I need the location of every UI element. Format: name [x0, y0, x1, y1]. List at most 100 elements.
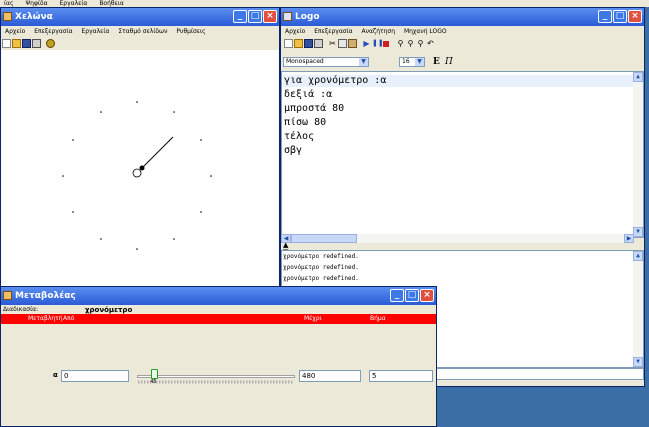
from-value: 0: [64, 372, 69, 380]
menu-file[interactable]: Αρχείο: [5, 28, 25, 35]
find-next-icon[interactable]: ⚲: [406, 39, 415, 48]
variable-name: α: [53, 371, 58, 379]
replace-icon[interactable]: ⚲: [416, 39, 425, 48]
turtle-icon[interactable]: [46, 39, 55, 48]
undo-icon[interactable]: ↶: [426, 39, 435, 48]
logo-app-icon: [283, 12, 292, 21]
menu-file[interactable]: Αρχείο: [285, 28, 305, 35]
close-button[interactable]: ×: [263, 10, 277, 23]
stop-icon[interactable]: [383, 41, 389, 47]
output-line: χρονόμετρο redefined.: [283, 253, 359, 260]
save-icon[interactable]: [304, 39, 313, 48]
logo-window-title: Logo: [295, 12, 320, 22]
font-size-value: 16: [402, 58, 410, 65]
column-variable: Μεταβλητή: [28, 315, 63, 322]
turtle-canvas[interactable]: [1, 50, 279, 296]
cut-icon[interactable]: ✂: [328, 39, 337, 48]
close-button[interactable]: ×: [628, 10, 642, 23]
top-menu-item[interactable]: Ψηφίδα: [25, 0, 47, 7]
editor-horizontal-scrollbar[interactable]: ◀ ▶: [281, 234, 634, 243]
step-field[interactable]: 5: [369, 370, 433, 382]
scroll-down-icon[interactable]: ▼: [633, 357, 643, 367]
save-icon[interactable]: [22, 39, 31, 48]
logo-titlebar[interactable]: Logo _ □ ×: [281, 8, 644, 26]
slider-thumb[interactable]: [151, 369, 159, 379]
value-slider[interactable]: [137, 369, 295, 384]
menu-logo-engine[interactable]: Μηχανή LOGO: [404, 28, 447, 35]
output-vertical-scrollbar[interactable]: ▲ ▼: [633, 251, 643, 367]
font-family-select[interactable]: Monospaced ▼: [283, 57, 369, 67]
scroll-right-icon[interactable]: ▶: [624, 234, 634, 243]
slider-value-label: 45: [150, 379, 157, 385]
turtle-window-title: Χελώνα: [15, 12, 53, 22]
menu-edit[interactable]: Επεξεργασία: [314, 28, 352, 35]
turtle-toolbar: [1, 38, 279, 50]
hand-pivot: [139, 165, 145, 171]
menu-search[interactable]: Αναζήτηση: [362, 28, 396, 35]
output-line: χρονόμετρο redefined.: [283, 275, 359, 282]
turtle-icon: [132, 168, 142, 178]
column-to: Μέχρι: [304, 315, 322, 322]
turtle-app-icon: [3, 12, 12, 21]
copy-icon[interactable]: [338, 39, 347, 48]
code-line: σβγ: [284, 145, 303, 156]
menu-tools[interactable]: Εργαλεία: [82, 28, 110, 35]
turtle-window: Χελώνα _ □ × Αρχείο Επεξεργασία Εργαλεία…: [0, 7, 280, 297]
turtle-titlebar[interactable]: Χελώνα _ □ ×: [1, 8, 279, 26]
menu-settings[interactable]: Ρυθμίσεις: [176, 28, 205, 35]
maximize-button[interactable]: □: [248, 10, 262, 23]
paste-icon[interactable]: [348, 39, 357, 48]
slider-ticks: [138, 380, 294, 384]
logo-toolbar: ✂ ▶ ❚❚ ⚲ ⚲ ⚲ ↶: [281, 38, 644, 50]
code-line: τέλος: [284, 131, 315, 142]
clock-hand: [141, 136, 174, 169]
open-folder-icon[interactable]: [294, 39, 303, 48]
maximize-button[interactable]: □: [613, 10, 627, 23]
from-field[interactable]: 0: [61, 370, 129, 382]
italic-button[interactable]: Π: [445, 57, 453, 67]
editor-vertical-scrollbar[interactable]: ▲ ▼: [633, 72, 643, 237]
minimize-button[interactable]: _: [233, 10, 247, 23]
pause-icon[interactable]: ❚❚: [372, 39, 384, 48]
top-menu-item[interactable]: Εργαλεία: [60, 0, 88, 7]
column-from: Από: [63, 315, 75, 322]
variables-titlebar[interactable]: Μεταβολέας _ □ ×: [1, 287, 436, 305]
logo-menubar: Αρχείο Επεξεργασία Αναζήτηση Μηχανή LOGO: [281, 26, 644, 37]
top-menu-bar: ίας Ψηφίδα Εργαλεία Βοήθεια: [0, 0, 649, 7]
print-icon[interactable]: [314, 39, 323, 48]
code-line: για χρονόμετρο :α: [284, 75, 387, 86]
column-step: Βήμα: [370, 315, 386, 322]
scroll-up-icon[interactable]: ▲: [633, 251, 643, 261]
print-icon[interactable]: [32, 39, 41, 48]
maximize-button[interactable]: □: [405, 289, 419, 302]
run-icon[interactable]: ▶: [362, 39, 371, 48]
variables-window-title: Μεταβολέας: [15, 291, 76, 301]
font-family-value: Monospaced: [286, 58, 324, 65]
scroll-thumb[interactable]: [291, 234, 357, 243]
menu-edit[interactable]: Επεξεργασία: [34, 28, 72, 35]
menu-page-setup[interactable]: Σταθμό σελίδων: [118, 28, 167, 35]
scroll-up-icon[interactable]: ▲: [633, 72, 643, 82]
new-file-icon[interactable]: [2, 39, 11, 48]
find-icon[interactable]: ⚲: [396, 39, 405, 48]
code-editor[interactable]: για χρονόμετρο :α δεξιά :α μπροστά 80 πί…: [281, 71, 644, 238]
slider-track: [137, 375, 295, 378]
turtle-menubar: Αρχείο Επεξεργασία Εργαλεία Σταθμό σελίδ…: [1, 26, 279, 37]
bold-button[interactable]: E: [433, 57, 440, 67]
to-field[interactable]: 480: [299, 370, 361, 382]
chevron-down-icon[interactable]: ▼: [415, 58, 424, 66]
chevron-down-icon[interactable]: ▼: [359, 58, 368, 66]
step-value: 5: [372, 372, 377, 380]
code-line: πίσω 80: [284, 117, 327, 128]
open-folder-icon[interactable]: [12, 39, 21, 48]
scroll-down-icon[interactable]: ▼: [633, 227, 643, 237]
new-file-icon[interactable]: [284, 39, 293, 48]
variables-window: Μεταβολέας _ □ × Διαδικασία: χρονόμετρο …: [0, 286, 437, 427]
variables-app-icon: [3, 291, 12, 300]
minimize-button[interactable]: _: [390, 289, 404, 302]
font-size-select[interactable]: 16 ▼: [399, 57, 425, 67]
minimize-button[interactable]: _: [598, 10, 612, 23]
close-button[interactable]: ×: [420, 289, 434, 302]
top-menu-item[interactable]: Βοήθεια: [99, 0, 124, 7]
top-menu-item[interactable]: ίας: [4, 0, 14, 7]
